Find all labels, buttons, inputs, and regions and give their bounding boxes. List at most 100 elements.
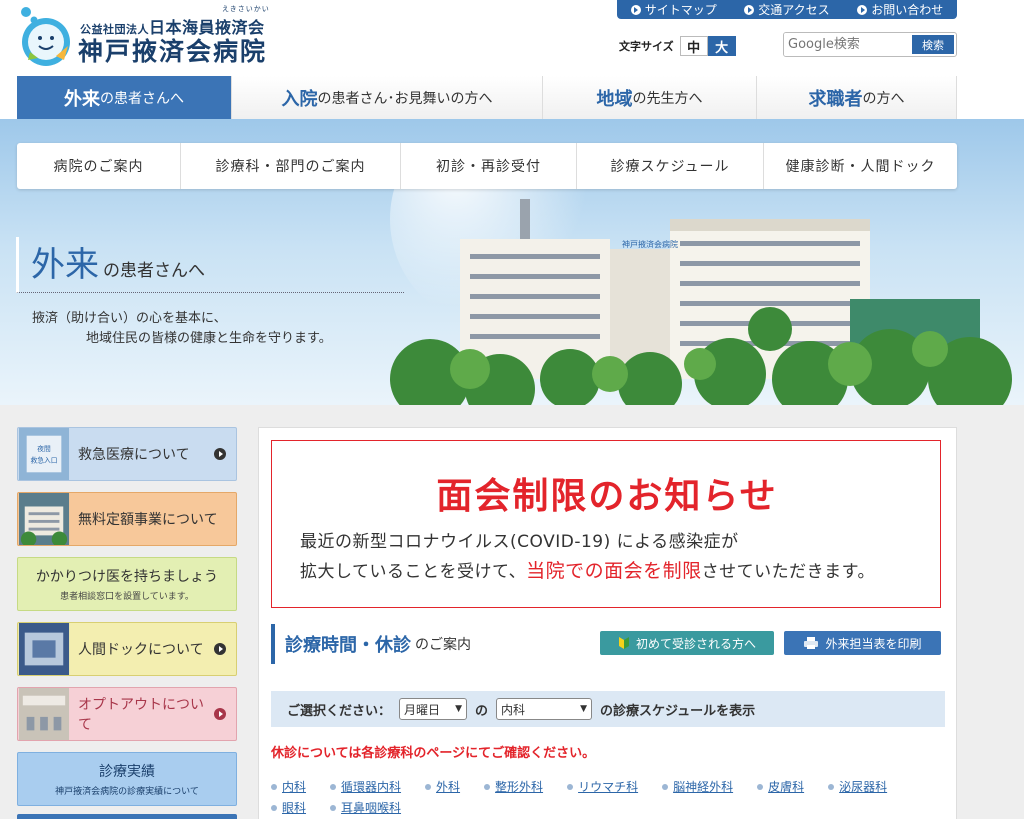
site-search: 検索 [783,32,957,57]
notice-line2-a: 拡大していることを受けて、 [300,562,527,582]
nav-outpatient-rest: の患者さんへ [100,90,184,107]
lobby-photo-icon [18,688,70,740]
global-nav: 外来 の患者さんへ 入院 の患者さん･お見舞いの方へ 地域 の先生方へ 求職者 の方へ [17,76,957,119]
arrow-icon [630,4,641,15]
emergency-entrance-icon: 夜間 救急入口 [18,428,70,480]
arrow-icon [857,4,868,15]
banner-free-medical[interactable]: 無料定額事業について [17,492,237,546]
svg-text:夜間: 夜間 [37,444,51,453]
beginner-mark-icon [618,637,629,649]
banner-opt-out[interactable]: オプトアウトについて [17,687,237,741]
banner-next-partial[interactable] [17,814,237,819]
day-select-value: 月曜日 [404,702,441,717]
font-size-switcher: 文字サイズ 中 大 [619,36,736,56]
subnav-health-checkup[interactable]: 健康診断・人間ドック [764,143,957,189]
printer-icon [804,637,819,649]
schedule-selector: ご選択ください： 月曜日 ▼ の 内科 ▼ の診療スケジュールを表示 [271,691,945,727]
building-sign: 神戸掖済会病院 [622,239,678,249]
hero-title: 外来 の患者さんへ [16,237,404,293]
selector-label: ご選択ください： [287,703,392,719]
notice-line2-b: させていただきます。 [701,562,875,582]
hero-banner: 神戸掖済会病院 病院のご案内 診療科・部門のご案内 初診・再診受付 診療スケジュ… [0,119,1024,405]
building-photo-icon [18,493,70,545]
department-select[interactable]: 内科 ▼ [496,698,593,720]
banner-health-checkup[interactable]: 人間ドックについて [17,622,237,676]
site-header: えきさいかい 公益社団法人日本海員掖済会 神戸掖済会病院 サイトマップ 交通アク… [0,0,1024,76]
dept-link-ophthalmology[interactable]: 眼科 [271,799,306,816]
subnav-departments[interactable]: 診療科・部門のご案内 [181,143,401,189]
banner-emergency[interactable]: 夜間 救急入口 救急医療について [17,427,237,481]
font-size-medium-button[interactable]: 中 [679,36,708,56]
nav-doctors[interactable]: 地域 の先生方へ [543,76,757,119]
hero-title-em: 外来 [31,245,99,285]
dept-link-rheumatology[interactable]: リウマチ科 [567,778,638,795]
hospital-logo-icon[interactable] [18,6,72,68]
schedule-heading-rest: のご案内 [415,637,471,653]
banner-emergency-label: 救急医療について [78,447,190,463]
nav-inpatient-em: 入院 [281,88,318,110]
banner-family-doctor[interactable]: かかりつけ医を持ちましょう 患者相談窓口を設置しています。 [17,557,237,611]
search-input[interactable] [784,33,910,56]
logo-hospital-name[interactable]: 神戸掖済会病院 [78,32,267,68]
search-button[interactable]: 検索 [912,35,954,54]
arrow-right-icon [214,448,226,460]
first-visit-label: 初めて受診される方へ [635,636,756,651]
selector-suffix: の診療スケジュールを表示 [600,703,756,719]
subnav-hospital-info[interactable]: 病院のご案内 [17,143,181,189]
arrow-right-icon [214,643,226,655]
holiday-note: 休診については各診療科のページにてご確認ください。 [271,746,596,761]
dept-link-cardiology[interactable]: 循環器内科 [330,778,401,795]
department-select-value: 内科 [501,702,526,717]
dept-link-ent[interactable]: 耳鼻咽喉科 [330,799,401,816]
day-select[interactable]: 月曜日 ▼ [399,698,468,720]
nav-jobseekers-em: 求職者 [808,88,863,110]
dept-link-surgery[interactable]: 外科 [425,778,460,795]
svg-text:救急入口: 救急入口 [31,456,58,465]
banner-health-checkup-label: 人間ドックについて [78,642,204,658]
access-link[interactable]: 交通アクセス [744,1,830,18]
sitemap-label: サイトマップ [644,3,717,17]
sitemap-link[interactable]: サイトマップ [630,1,717,18]
dept-link-orthopedics[interactable]: 整形外科 [484,778,543,795]
contact-label: お問い合わせ [871,3,944,17]
banner-family-doctor-sub: 患者相談窓口を設置しています。 [60,592,194,602]
hospital-building-image: 神戸掖済会病院 [390,179,1012,405]
arrow-right-icon [214,708,226,720]
subnav-reception[interactable]: 初診・再診受付 [401,143,577,189]
dept-link-internal[interactable]: 内科 [271,778,306,795]
nav-outpatient-em: 外来 [64,88,100,110]
nav-inpatient[interactable]: 入院 の患者さん･お見舞いの方へ [232,76,543,119]
sub-nav: 病院のご案内 診療科・部門のご案内 初診・再診受付 診療スケジュール 健康診断・… [17,143,957,189]
utility-nav: サイトマップ 交通アクセス お問い合わせ [617,0,957,19]
font-size-large-button[interactable]: 大 [707,36,736,56]
nav-outpatient[interactable]: 外来 の患者さんへ [17,76,232,119]
main-panel: 面会制限のお知らせ 最近の新型コロナウイルス(COVID-19) による感染症が… [258,427,957,819]
logo-ruby: えきさいかい [222,5,270,13]
banner-results-label: 診療実績 [99,764,155,780]
dept-link-neurosurgery[interactable]: 脳神経外科 [662,778,733,795]
chevron-down-icon: ▼ [455,704,463,714]
print-schedule-button[interactable]: 外来担当表を印刷 [784,631,941,655]
nav-jobseekers-rest: の方へ [862,90,905,107]
banner-opt-out-label: オプトアウトについて [78,697,204,733]
dept-link-dermatology[interactable]: 皮膚科 [757,778,804,795]
visit-restriction-notice: 面会制限のお知らせ 最近の新型コロナウイルス(COVID-19) による感染症が… [271,440,941,608]
banner-results[interactable]: 診療実績 神戸掖済会病院の診療実績について [17,752,237,806]
nav-jobseekers[interactable]: 求職者 の方へ [757,76,957,119]
contact-link[interactable]: お問い合わせ [857,1,943,18]
font-size-label: 文字サイズ [619,40,674,53]
notice-line2: 拡大していることを受けて、当院での面会を制限させていただきます。 [300,556,875,583]
first-visit-button[interactable]: 初めて受診される方へ [600,631,774,655]
hero-title-rest: の患者さんへ [103,261,205,281]
chevron-down-icon: ▼ [580,704,588,714]
nav-doctors-em: 地域 [596,88,633,110]
notice-line2-highlight: 当院での面会を制限 [526,560,702,582]
dept-link-urology[interactable]: 泌尿器科 [828,778,887,795]
subnav-schedule[interactable]: 診療スケジュール [577,143,764,189]
hero-copy-line1: 掖済（助け合い）の心を基本に、 [32,311,227,326]
department-links: 内科 循環器内科 外科 整形外科 リウマチ科 脳神経外科 皮膚科 泌尿器科 眼科… [271,778,941,816]
hero-copy-line2: 地域住民の皆様の健康と生命を守ります。 [86,331,332,346]
banner-family-doctor-label: かかりつけ医を持ちましょう [35,569,219,585]
nav-doctors-rest: の先生方へ [632,90,703,107]
banner-results-sub: 神戸掖済会病院の診療実績について [55,787,199,797]
